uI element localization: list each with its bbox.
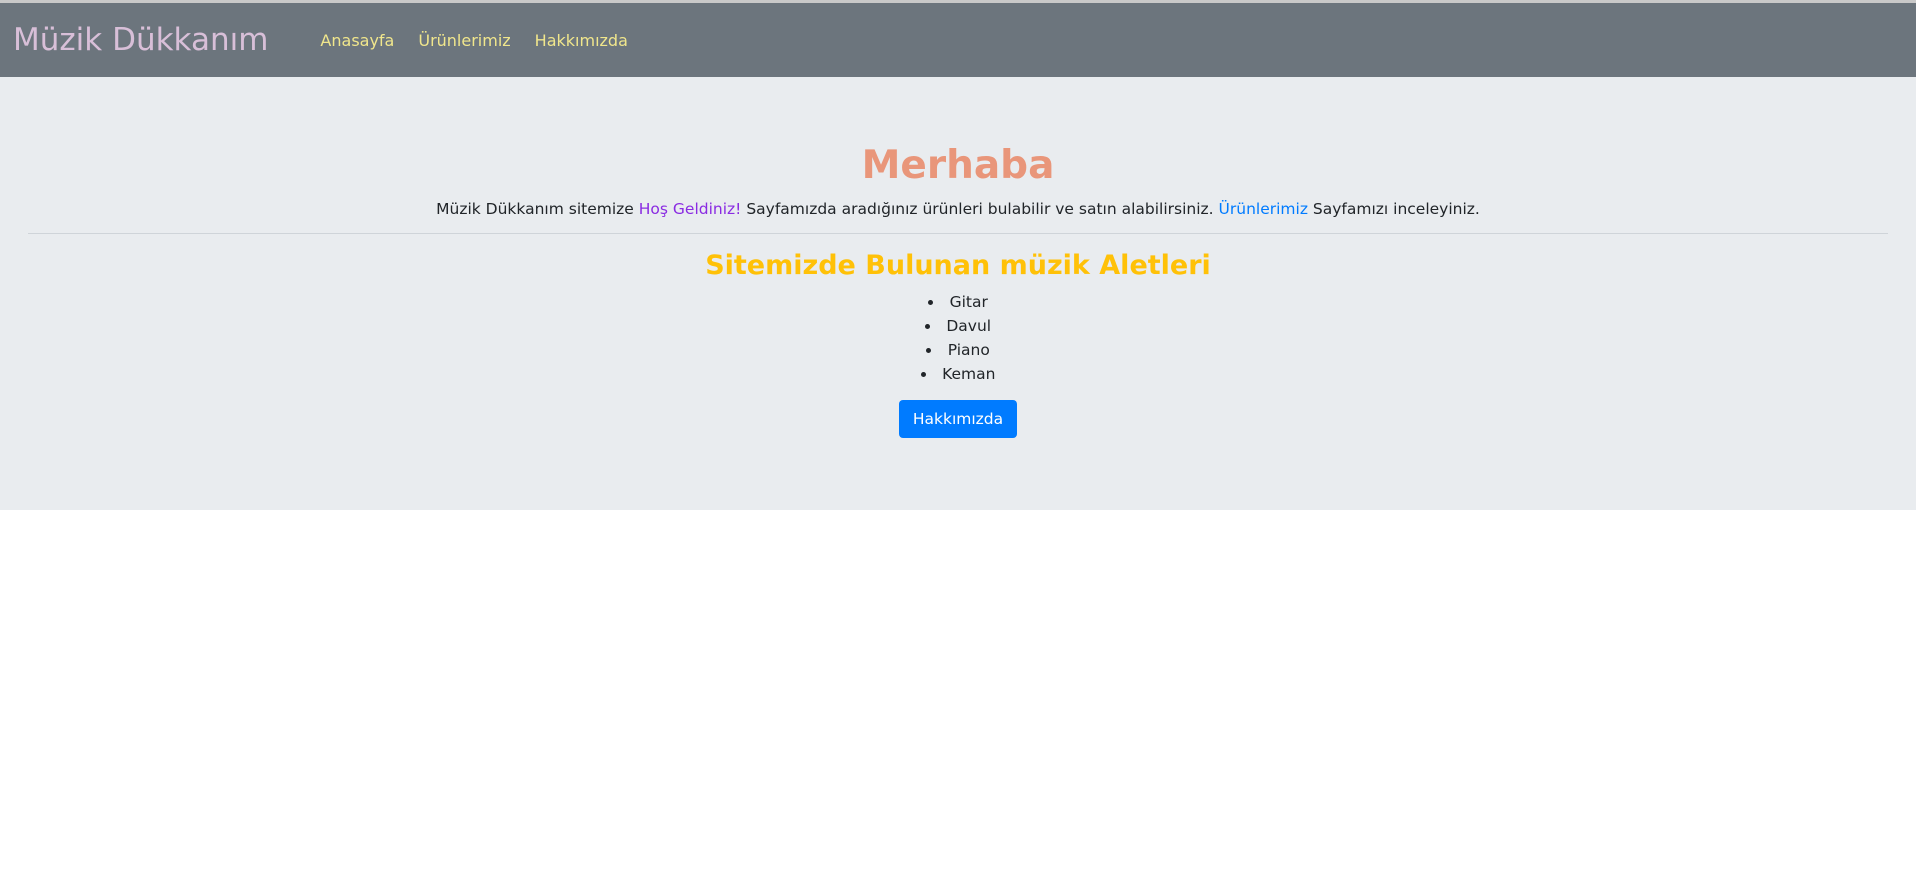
products-link[interactable]: Ürünlerimiz	[1219, 200, 1308, 218]
hero-section: Merhaba Müzik Dükkanım sitemize Hoş Geld…	[0, 77, 1916, 510]
lead-text-3: Sayfamızı inceleyiniz.	[1307, 199, 1480, 218]
hero-lead: Müzik Dükkanım sitemize Hoş Geldiniz! Sa…	[0, 198, 1916, 221]
divider	[28, 233, 1888, 235]
hero-title: Merhaba	[861, 143, 1055, 188]
brand-logo[interactable]: Müzik Dükkanım	[13, 24, 268, 56]
nav-link-hakkimizda[interactable]: Hakkımızda	[535, 31, 628, 50]
about-button[interactable]: Hakkımızda	[898, 400, 1018, 439]
instrument-list: Gitar Davul Piano Keman	[0, 290, 1916, 386]
nav-link-anasayfa[interactable]: Anasayfa	[320, 31, 394, 50]
navbar: Müzik Dükkanım Anasayfa Ürünlerimiz Hakk…	[0, 3, 1916, 77]
welcome-highlight: Hoş Geldiniz!	[638, 199, 742, 218]
instruments-heading: Sitemizde Bulunan müzik Aletleri	[705, 250, 1211, 282]
lead-text-1: Müzik Dükkanım sitemize	[436, 199, 639, 218]
list-item: Piano	[0, 338, 1916, 362]
list-item: Gitar	[0, 290, 1916, 314]
nav-link-urunlerimiz[interactable]: Ürünlerimiz	[418, 31, 510, 50]
list-item: Davul	[0, 314, 1916, 338]
list-item: Keman	[0, 362, 1916, 386]
lead-text-2: Sayfamızda aradığınız ürünleri bulabilir…	[741, 199, 1219, 218]
